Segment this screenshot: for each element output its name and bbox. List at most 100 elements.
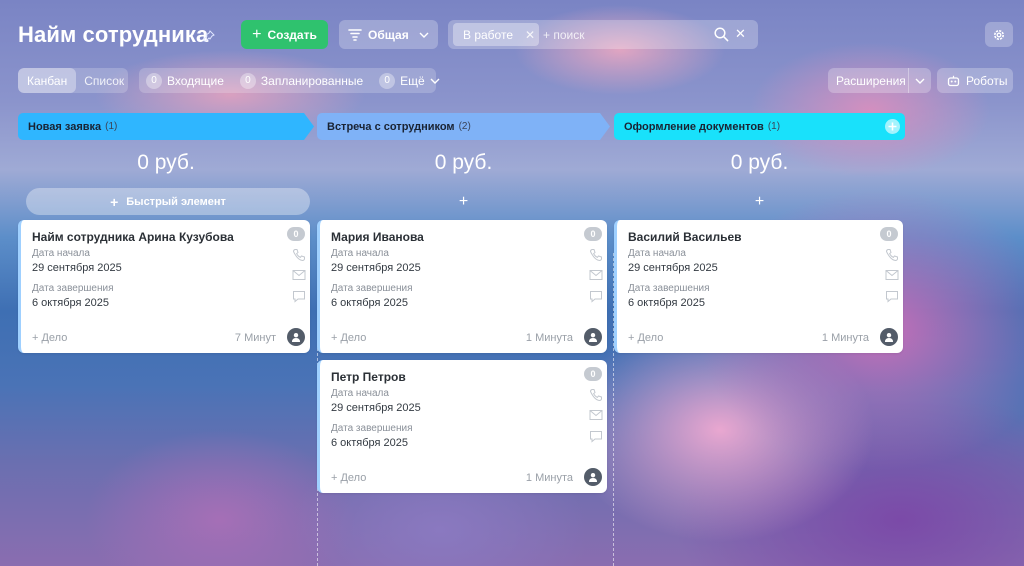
column-sum: 0 руб. <box>730 151 789 174</box>
counter-badge: 0 <box>379 72 396 89</box>
counter-more[interactable]: 0 Ещё <box>379 72 440 89</box>
activity-badge: 0 <box>584 227 602 241</box>
mail-icon[interactable] <box>589 409 603 424</box>
quick-add-label: Быстрый элемент <box>126 195 226 208</box>
chevron-down-icon <box>430 78 440 84</box>
end-date-value: 6 октября 2025 <box>32 297 109 309</box>
quick-add-button[interactable]: + Быстрый элемент <box>26 188 310 215</box>
avatar[interactable] <box>287 328 305 346</box>
chat-icon[interactable] <box>292 290 306 306</box>
phone-icon[interactable] <box>589 248 603 265</box>
start-date-label: Дата начала <box>331 388 389 399</box>
add-activity-link[interactable]: + Дело <box>628 332 663 344</box>
mail-icon[interactable] <box>589 269 603 284</box>
column-header[interactable]: Оформление документов (1) <box>614 113 905 140</box>
clear-search-icon[interactable]: ✕ <box>735 26 746 42</box>
column-header[interactable]: Новая заявка (1) <box>18 113 314 140</box>
add-activity-link[interactable]: + Дело <box>331 472 366 484</box>
card-time: 1 Минута <box>525 472 573 484</box>
category-select-label: Общая <box>368 27 409 42</box>
deal-card[interactable]: Петр Петров Дата начала 29 сентября 2025… <box>317 360 607 493</box>
add-activity-link[interactable]: + Дело <box>331 332 366 344</box>
kanban-column-meeting: Встреча с сотрудником (2) 0 руб. + Мария… <box>317 113 614 566</box>
extensions-button[interactable]: Расширения <box>828 68 931 93</box>
counter-badge: 0 <box>146 72 162 89</box>
user-icon <box>885 333 893 342</box>
quick-add-plus-icon[interactable]: + <box>317 193 610 211</box>
search-input[interactable] <box>543 24 703 45</box>
chat-icon[interactable] <box>589 290 603 306</box>
gear-icon <box>994 29 1004 40</box>
phone-icon[interactable] <box>589 388 603 405</box>
add-activity-link[interactable]: + Дело <box>32 332 67 344</box>
column-count: (1) <box>105 121 118 132</box>
category-select[interactable]: Общая <box>339 20 438 49</box>
add-stage-icon[interactable] <box>885 119 900 134</box>
plus-icon: + <box>110 193 119 210</box>
activity-badge: 0 <box>287 227 305 241</box>
deal-card[interactable]: Мария Иванова Дата начала 29 сентября 20… <box>317 220 607 353</box>
end-date-label: Дата завершения <box>628 283 710 294</box>
user-icon <box>292 333 300 342</box>
mail-icon[interactable] <box>292 269 306 284</box>
user-icon <box>589 333 597 342</box>
mail-icon[interactable] <box>885 269 899 284</box>
counter-badge: 0 <box>239 72 256 89</box>
robots-label: Роботы <box>966 73 1008 88</box>
settings-button[interactable] <box>985 22 1013 47</box>
pin-icon[interactable] <box>203 30 215 45</box>
start-date-label: Дата начала <box>32 248 90 259</box>
column-sum: 0 руб. <box>137 151 195 174</box>
end-date-value: 6 октября 2025 <box>628 297 705 309</box>
counter-planned[interactable]: 0 Запланированные <box>239 72 364 89</box>
end-date-label: Дата завершения <box>32 283 114 294</box>
end-date-value: 6 октября 2025 <box>331 297 408 309</box>
chevron-down-icon[interactable] <box>909 78 931 84</box>
activity-badge: 0 <box>880 227 898 241</box>
deal-card[interactable]: Василий Васильев Дата начала 29 сентября… <box>614 220 903 353</box>
column-title: Встреча с сотрудником <box>327 120 455 133</box>
create-button[interactable]: + Создать <box>241 20 328 49</box>
counter-incoming[interactable]: 0 Входящие <box>146 72 224 89</box>
user-icon <box>589 473 597 482</box>
activity-counters: 0 Входящие 0 Запланированные 0 Ещё <box>139 68 440 93</box>
card-time: 1 Минута <box>525 332 573 344</box>
search-icon[interactable] <box>714 27 729 45</box>
avatar[interactable] <box>584 468 602 486</box>
column-header[interactable]: Встреча с сотрудником (2) <box>317 113 610 140</box>
chat-icon[interactable] <box>589 430 603 446</box>
start-date-label: Дата начала <box>628 248 686 259</box>
phone-icon[interactable] <box>885 248 899 265</box>
filter-chip-in-progress[interactable]: В работе ✕ <box>453 23 539 46</box>
column-title: Новая заявка <box>28 120 102 133</box>
avatar[interactable] <box>584 328 602 346</box>
activity-badge: 0 <box>584 367 602 381</box>
quick-add-plus-icon[interactable]: + <box>614 193 905 211</box>
counter-label: Запланированные <box>260 73 364 88</box>
column-count: (1) <box>767 121 781 132</box>
deal-card[interactable]: Найм сотрудника Арина Кузубова Дата нача… <box>18 220 310 353</box>
chat-icon[interactable] <box>885 290 899 306</box>
close-icon[interactable]: ✕ <box>525 28 535 42</box>
avatar[interactable] <box>880 328 898 346</box>
kanban-column-new: Новая заявка (1) 0 руб. + Быстрый элемен… <box>18 113 318 566</box>
card-title[interactable]: Мария Иванова <box>331 230 424 244</box>
tab-list[interactable]: Список <box>76 68 128 93</box>
tab-kanban[interactable]: Канбан <box>18 68 77 93</box>
card-time: 7 Минут <box>234 332 276 344</box>
start-date-label: Дата начала <box>331 248 389 259</box>
phone-icon[interactable] <box>292 248 306 265</box>
chevron-down-icon <box>419 32 429 38</box>
counter-label: Входящие <box>167 73 224 88</box>
end-date-label: Дата завершения <box>331 423 413 434</box>
kanban-column-documents: Оформление документов (1) 0 руб. + Васил… <box>614 113 905 566</box>
start-date-value: 29 сентября 2025 <box>331 262 421 274</box>
robot-icon <box>947 75 960 86</box>
start-date-value: 29 сентября 2025 <box>32 262 122 274</box>
extensions-label: Расширения <box>836 73 906 88</box>
card-title[interactable]: Василий Васильев <box>628 230 742 244</box>
card-title[interactable]: Петр Петров <box>331 370 406 384</box>
card-title[interactable]: Найм сотрудника Арина Кузубова <box>32 230 234 244</box>
robots-button[interactable]: Роботы <box>937 68 1013 93</box>
page-title: Найм сотрудника <box>18 22 209 47</box>
